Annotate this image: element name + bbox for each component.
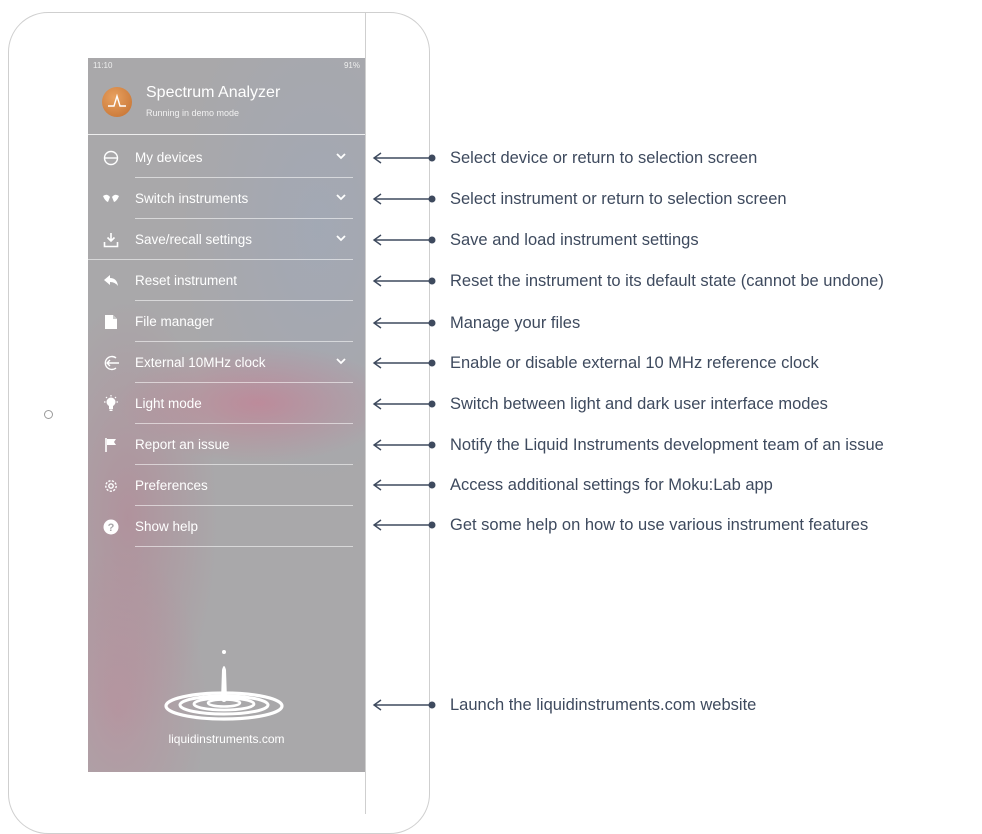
menu-label: Switch instruments bbox=[135, 191, 249, 206]
annotation-text: Notify the Liquid Instruments developmen… bbox=[450, 435, 884, 454]
annotation-text: Manage your files bbox=[450, 313, 581, 332]
menu-label: Light mode bbox=[135, 396, 202, 411]
menu-item-light-mode[interactable]: Light mode bbox=[88, 383, 365, 424]
menu-item-preferences[interactable]: Preferences bbox=[88, 465, 365, 506]
menu-label: Save/recall settings bbox=[135, 232, 253, 247]
left-arrow-icon bbox=[372, 479, 436, 491]
annotation-external-clock: Enable or disable external 10 MHz refere… bbox=[372, 352, 819, 374]
menu-label: File manager bbox=[135, 314, 214, 329]
menu-item-report-issue[interactable]: Report an issue bbox=[88, 424, 365, 465]
menu-item-reset-instrument[interactable]: Reset instrument bbox=[88, 260, 365, 301]
annotation-file-manager: Manage your files bbox=[372, 312, 580, 334]
status-battery: 91% bbox=[343, 61, 360, 70]
left-arrow-icon bbox=[372, 439, 436, 451]
menu-label: Reset instrument bbox=[135, 273, 238, 288]
home-button[interactable] bbox=[44, 410, 53, 419]
menu-item-switch-instruments[interactable]: Switch instruments bbox=[88, 178, 365, 219]
menu-label: Show help bbox=[135, 519, 199, 534]
annotation-light-mode: Switch between light and dark user inter… bbox=[372, 393, 828, 415]
menu-label: External 10MHz clock bbox=[135, 355, 266, 370]
left-arrow-icon bbox=[372, 357, 436, 369]
menu-label: Report an issue bbox=[135, 437, 230, 452]
left-arrow-icon bbox=[372, 152, 436, 164]
annotation-my-devices: Select device or return to selection scr… bbox=[372, 147, 757, 169]
status-time: 11:10 bbox=[93, 61, 113, 70]
menu-item-external-clock[interactable]: External 10MHz clock bbox=[88, 342, 365, 383]
lightbulb-icon bbox=[102, 395, 120, 413]
annotation-text: Access additional settings for Moku:Lab … bbox=[450, 475, 773, 494]
annotation-preferences: Access additional settings for Moku:Lab … bbox=[372, 474, 773, 496]
chevron-down-icon[interactable] bbox=[335, 150, 347, 162]
annotation-text: Reset the instrument to its default stat… bbox=[450, 271, 884, 290]
annotation-text: Save and load instrument settings bbox=[450, 230, 699, 249]
annotation-website: Launch the liquidinstruments.com website bbox=[372, 694, 756, 716]
left-arrow-icon bbox=[372, 519, 436, 531]
annotation-text: Select instrument or return to selection… bbox=[450, 189, 787, 208]
annotation-text: Get some help on how to use various inst… bbox=[450, 515, 869, 534]
left-arrow-icon bbox=[372, 193, 436, 205]
instruments-icon bbox=[102, 190, 120, 208]
side-menu-panel: 11:10 91% Spectrum Analyzer Running in d… bbox=[88, 58, 365, 772]
chevron-down-icon[interactable] bbox=[335, 355, 347, 367]
file-icon bbox=[102, 313, 120, 331]
gear-icon bbox=[102, 477, 120, 495]
screen-edge bbox=[365, 12, 366, 814]
menu-item-show-help[interactable]: ? Show help bbox=[88, 506, 365, 547]
annotation-reset-instrument: Reset the instrument to its default stat… bbox=[372, 270, 884, 292]
menu-label: Preferences bbox=[135, 478, 208, 493]
external-clock-icon bbox=[102, 354, 120, 372]
left-arrow-icon bbox=[372, 398, 436, 410]
left-arrow-icon bbox=[372, 234, 436, 246]
instrument-avatar-icon bbox=[102, 87, 132, 117]
annotation-switch-instruments: Select instrument or return to selection… bbox=[372, 188, 787, 210]
device-icon bbox=[102, 149, 120, 167]
menu-label: My devices bbox=[135, 150, 203, 165]
download-icon bbox=[102, 231, 120, 249]
menu-item-my-devices[interactable]: My devices bbox=[88, 137, 365, 178]
header-divider bbox=[88, 134, 365, 135]
chevron-down-icon[interactable] bbox=[335, 232, 347, 244]
menu-divider bbox=[135, 546, 353, 547]
annotation-text: Select device or return to selection scr… bbox=[450, 148, 758, 167]
annotation-text: Switch between light and dark user inter… bbox=[450, 394, 828, 413]
left-arrow-icon bbox=[372, 699, 436, 711]
annotation-text: Enable or disable external 10 MHz refere… bbox=[450, 353, 819, 372]
annotation-text: Launch the liquidinstruments.com website bbox=[450, 695, 757, 714]
annotation-report-issue: Notify the Liquid Instruments developmen… bbox=[372, 434, 884, 456]
left-arrow-icon bbox=[372, 275, 436, 287]
chevron-down-icon[interactable] bbox=[335, 191, 347, 203]
svg-text:?: ? bbox=[108, 522, 115, 534]
help-icon: ? bbox=[102, 518, 120, 536]
reset-arrow-icon bbox=[102, 272, 120, 290]
annotation-save-recall: Save and load instrument settings bbox=[372, 229, 699, 251]
liquid-drop-logo-icon[interactable] bbox=[156, 648, 296, 728]
flag-icon bbox=[102, 436, 120, 454]
left-arrow-icon bbox=[372, 317, 436, 329]
app-subtitle: Running in demo mode bbox=[146, 108, 240, 118]
annotation-show-help: Get some help on how to use various inst… bbox=[372, 514, 868, 536]
menu-item-file-manager[interactable]: File manager bbox=[88, 301, 365, 342]
website-link[interactable]: liquidinstruments.com bbox=[88, 732, 365, 746]
menu-item-save-recall[interactable]: Save/recall settings bbox=[88, 219, 365, 260]
app-title: Spectrum Analyzer bbox=[146, 84, 281, 101]
